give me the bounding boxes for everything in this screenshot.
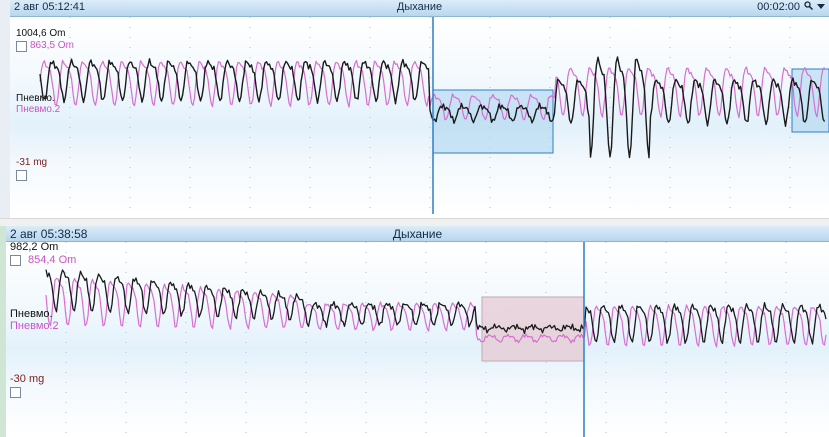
trace-channel1 [45, 269, 827, 345]
channel-checkbox-mg-bottom[interactable] [10, 387, 21, 398]
scale-max-channel2-bottom: 854,4 Om [28, 254, 77, 266]
respiration-panel-top: 2 авг 05:12:41 Дыхание 00:02:00 1004,6 O… [0, 0, 829, 218]
scale-mg-label: -31 mg [16, 157, 48, 168]
waveform-plot-bottom[interactable] [6, 242, 829, 437]
channel2-label-bottom: Пневмо.2 [10, 320, 59, 332]
channel2-label: Пневмо.2 [16, 104, 61, 115]
panel-controls: 00:02:00 [757, 1, 825, 13]
magnifier-icon[interactable] [804, 1, 814, 13]
duration-label: 00:02:00 [757, 1, 800, 13]
scale-max-channel1: 1004,6 Om [16, 28, 66, 39]
dropdown-arrow-icon[interactable] [817, 1, 825, 13]
channel1-label: Пневмо. [16, 93, 55, 104]
channel-checkbox-bottom[interactable] [10, 255, 21, 266]
channel1-label-bottom: Пневмо. [10, 308, 53, 320]
scale-max-channel2: 863,5 Om [30, 40, 74, 51]
waveform-plot[interactable] [10, 17, 829, 214]
respiration-panel-bottom: 2 авг 05:38:58 Дыхание 982,2 Om 854,4 Om… [0, 226, 829, 437]
panel-titlebar[interactable]: 2 авг 05:12:41 Дыхание 00:02:00 [10, 0, 829, 17]
scale-max-channel1-bottom: 982,2 Om [10, 241, 59, 253]
panel-title-bottom: Дыхание [392, 227, 443, 241]
panel-title: Дыхание [396, 1, 443, 13]
scale-mg-label-bottom: -30 mg [10, 373, 45, 385]
channel-checkbox-mg-top[interactable] [16, 170, 27, 181]
channel-checkbox-top[interactable] [16, 41, 27, 52]
panel-titlebar-bottom[interactable]: 2 авг 05:38:58 Дыхание [6, 226, 829, 242]
